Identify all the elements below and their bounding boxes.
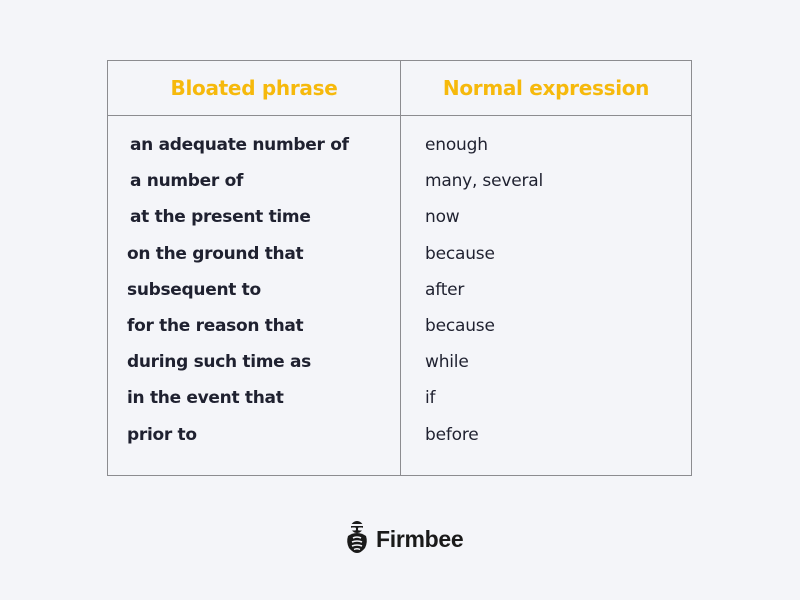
column-divider	[400, 61, 401, 475]
normal-expression-cell: if	[425, 388, 436, 409]
bloated-phrase-cell: on the ground that	[127, 243, 304, 264]
normal-expression-cell: while	[425, 352, 469, 373]
bee-mascot-icon	[344, 520, 370, 558]
bloated-phrase-cell: prior to	[127, 424, 197, 445]
brand-name: Firmbee	[376, 525, 464, 552]
bloated-phrase-cell: an adequate number of	[130, 135, 349, 155]
normal-expression-cell: after	[425, 279, 465, 300]
bloated-phrase-cell: during such time as	[127, 352, 311, 373]
firmbee-logo: Firmbee	[344, 520, 464, 558]
header-normal-expression: Normal expression	[442, 76, 650, 100]
bloated-phrase-cell: for the reason that	[127, 316, 304, 336]
bloated-phrase-cell: subsequent to	[127, 279, 261, 300]
normal-expression-cell: because	[425, 243, 495, 264]
header-divider	[108, 115, 691, 116]
normal-expression-cell: now	[425, 207, 460, 228]
bloated-phrase-cell: a number of	[130, 171, 244, 192]
comparison-table: Bloated phrase Normal expression an adeq…	[107, 60, 692, 476]
bloated-phrase-cell: at the present time	[130, 207, 311, 228]
header-bloated-phrase: Bloated phrase	[170, 76, 338, 100]
normal-expression-cell: enough	[425, 135, 488, 155]
normal-expression-cell: many, several	[425, 171, 543, 192]
bloated-phrase-cell: in the event that	[127, 388, 284, 409]
normal-expression-cell: because	[425, 316, 495, 336]
normal-expression-cell: before	[425, 424, 479, 445]
